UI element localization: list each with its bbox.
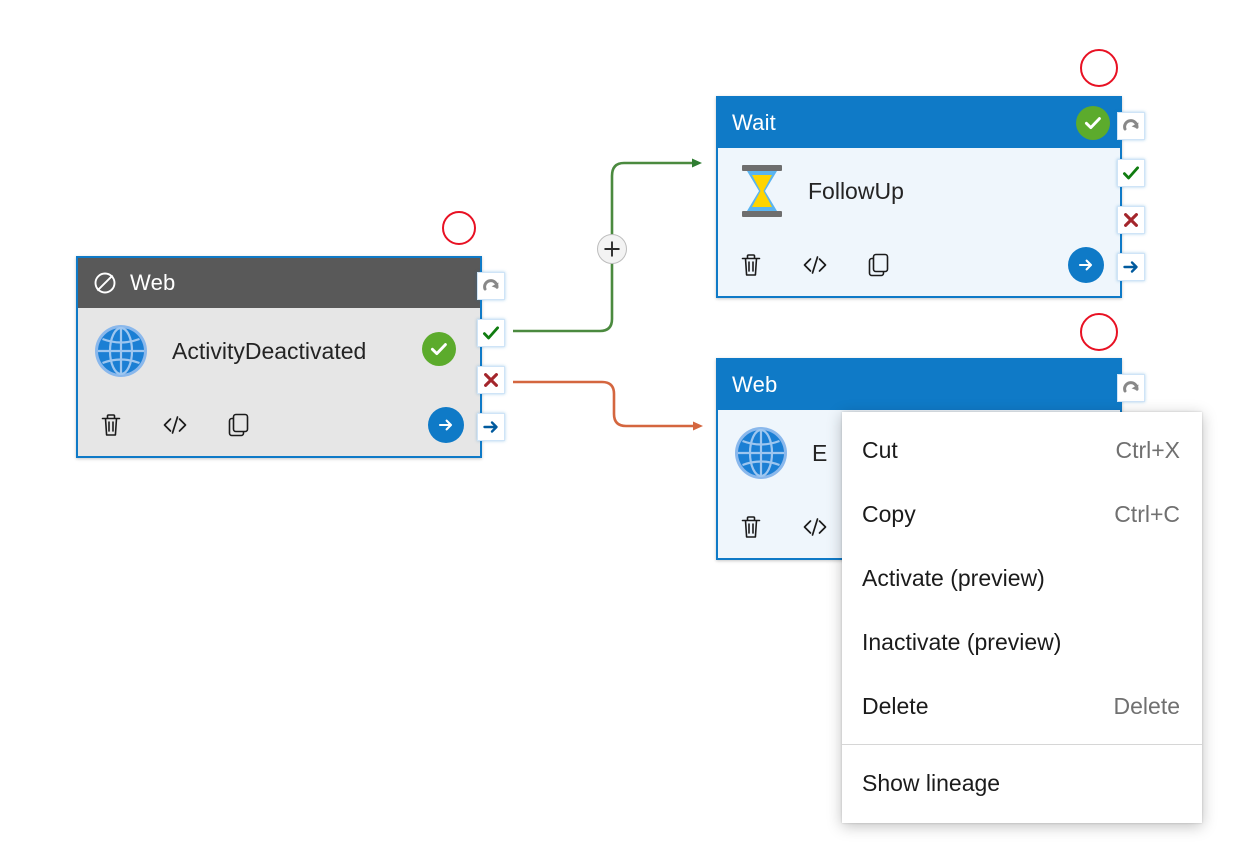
context-menu-item-label: Copy (862, 501, 1054, 528)
code-icon[interactable] (800, 512, 830, 542)
globe-icon (732, 424, 790, 482)
node-handles-wait-followup[interactable] (1117, 112, 1145, 281)
on-failure-x-icon[interactable] (1117, 206, 1145, 234)
pipeline-canvas[interactable]: Web ActivityDeactivated (0, 0, 1240, 860)
context-menu-item-cut[interactable]: Cut Ctrl+X (842, 418, 1202, 482)
success-check-icon-web-deactivated (422, 332, 456, 366)
run-arrow-icon[interactable] (428, 407, 464, 443)
node-title-wait-followup: Wait (732, 110, 1076, 136)
code-icon[interactable] (800, 250, 830, 280)
disabled-circle-slash-icon (92, 270, 118, 296)
context-menu-item-activate[interactable]: Activate (preview) (842, 546, 1202, 610)
node-body-wait-followup: FollowUp (718, 148, 1120, 234)
activity-node-wait-followup[interactable]: Wait FollowUp (716, 96, 1122, 298)
duplicate-icon[interactable] (864, 250, 894, 280)
add-activity-button[interactable] (597, 234, 627, 264)
node-label-web-error: E (812, 440, 827, 467)
context-menu-item-show-lineage[interactable]: Show lineage (842, 751, 1202, 815)
attach-point-ring-wait-bottom[interactable] (1080, 313, 1118, 351)
context-menu-item-label: Cut (862, 437, 1055, 464)
context-menu-item-copy[interactable]: Copy Ctrl+C (842, 482, 1202, 546)
node-label-web-deactivated: ActivityDeactivated (172, 338, 366, 365)
context-menu-separator (842, 744, 1202, 745)
node-body-web-deactivated: ActivityDeactivated (78, 308, 480, 394)
delete-icon[interactable] (736, 250, 766, 280)
on-success-check-icon[interactable] (1117, 159, 1145, 187)
delete-icon[interactable] (736, 512, 766, 542)
on-completion-arrow-icon[interactable] (477, 413, 505, 441)
on-success-check-icon[interactable] (477, 319, 505, 347)
on-completion-arrow-icon[interactable] (1117, 253, 1145, 281)
node-handles-web-deactivated[interactable] (477, 272, 505, 441)
context-menu-item-label: Activate (preview) (862, 565, 1120, 592)
connector-failure-path (513, 382, 694, 426)
node-header-wait-followup: Wait (718, 98, 1120, 148)
node-label-wait-followup: FollowUp (808, 178, 904, 205)
context-menu-item-label: Delete (862, 693, 1054, 720)
context-menu[interactable]: Cut Ctrl+X Copy Ctrl+C Activate (preview… (842, 412, 1202, 823)
code-icon[interactable] (160, 410, 190, 440)
node-actions-wait-followup[interactable] (718, 234, 1120, 296)
activity-node-web-deactivated[interactable]: Web ActivityDeactivated (76, 256, 482, 458)
node-header-web-deactivated: Web (78, 258, 480, 308)
context-menu-item-label: Show lineage (862, 770, 1120, 797)
node-handles-web-error[interactable] (1117, 374, 1145, 402)
context-menu-item-label: Inactivate (preview) (862, 629, 1120, 656)
context-menu-item-shortcut: Ctrl+X (1115, 437, 1180, 464)
attach-point-ring-web-deactivated-top[interactable] (442, 211, 476, 245)
node-header-web-error: Web (718, 360, 1120, 410)
globe-icon (92, 322, 150, 380)
node-title-web-deactivated: Web (130, 270, 470, 296)
node-title-web-error: Web (732, 372, 1110, 398)
attach-point-ring-wait-top[interactable] (1080, 49, 1118, 87)
context-menu-item-shortcut: Ctrl+C (1114, 501, 1180, 528)
delete-icon[interactable] (96, 410, 126, 440)
duplicate-icon[interactable] (224, 410, 254, 440)
retry-icon[interactable] (1117, 112, 1145, 140)
on-failure-x-icon[interactable] (477, 366, 505, 394)
success-check-icon-wait-followup (1076, 106, 1110, 140)
run-arrow-icon[interactable] (1068, 247, 1104, 283)
context-menu-item-inactivate[interactable]: Inactivate (preview) (842, 610, 1202, 674)
context-menu-item-delete[interactable]: Delete Delete (842, 674, 1202, 738)
retry-icon[interactable] (477, 272, 505, 300)
hourglass-icon (738, 163, 786, 219)
node-actions-web-deactivated[interactable] (78, 394, 480, 456)
retry-icon[interactable] (1117, 374, 1145, 402)
context-menu-item-shortcut: Delete (1114, 693, 1180, 720)
